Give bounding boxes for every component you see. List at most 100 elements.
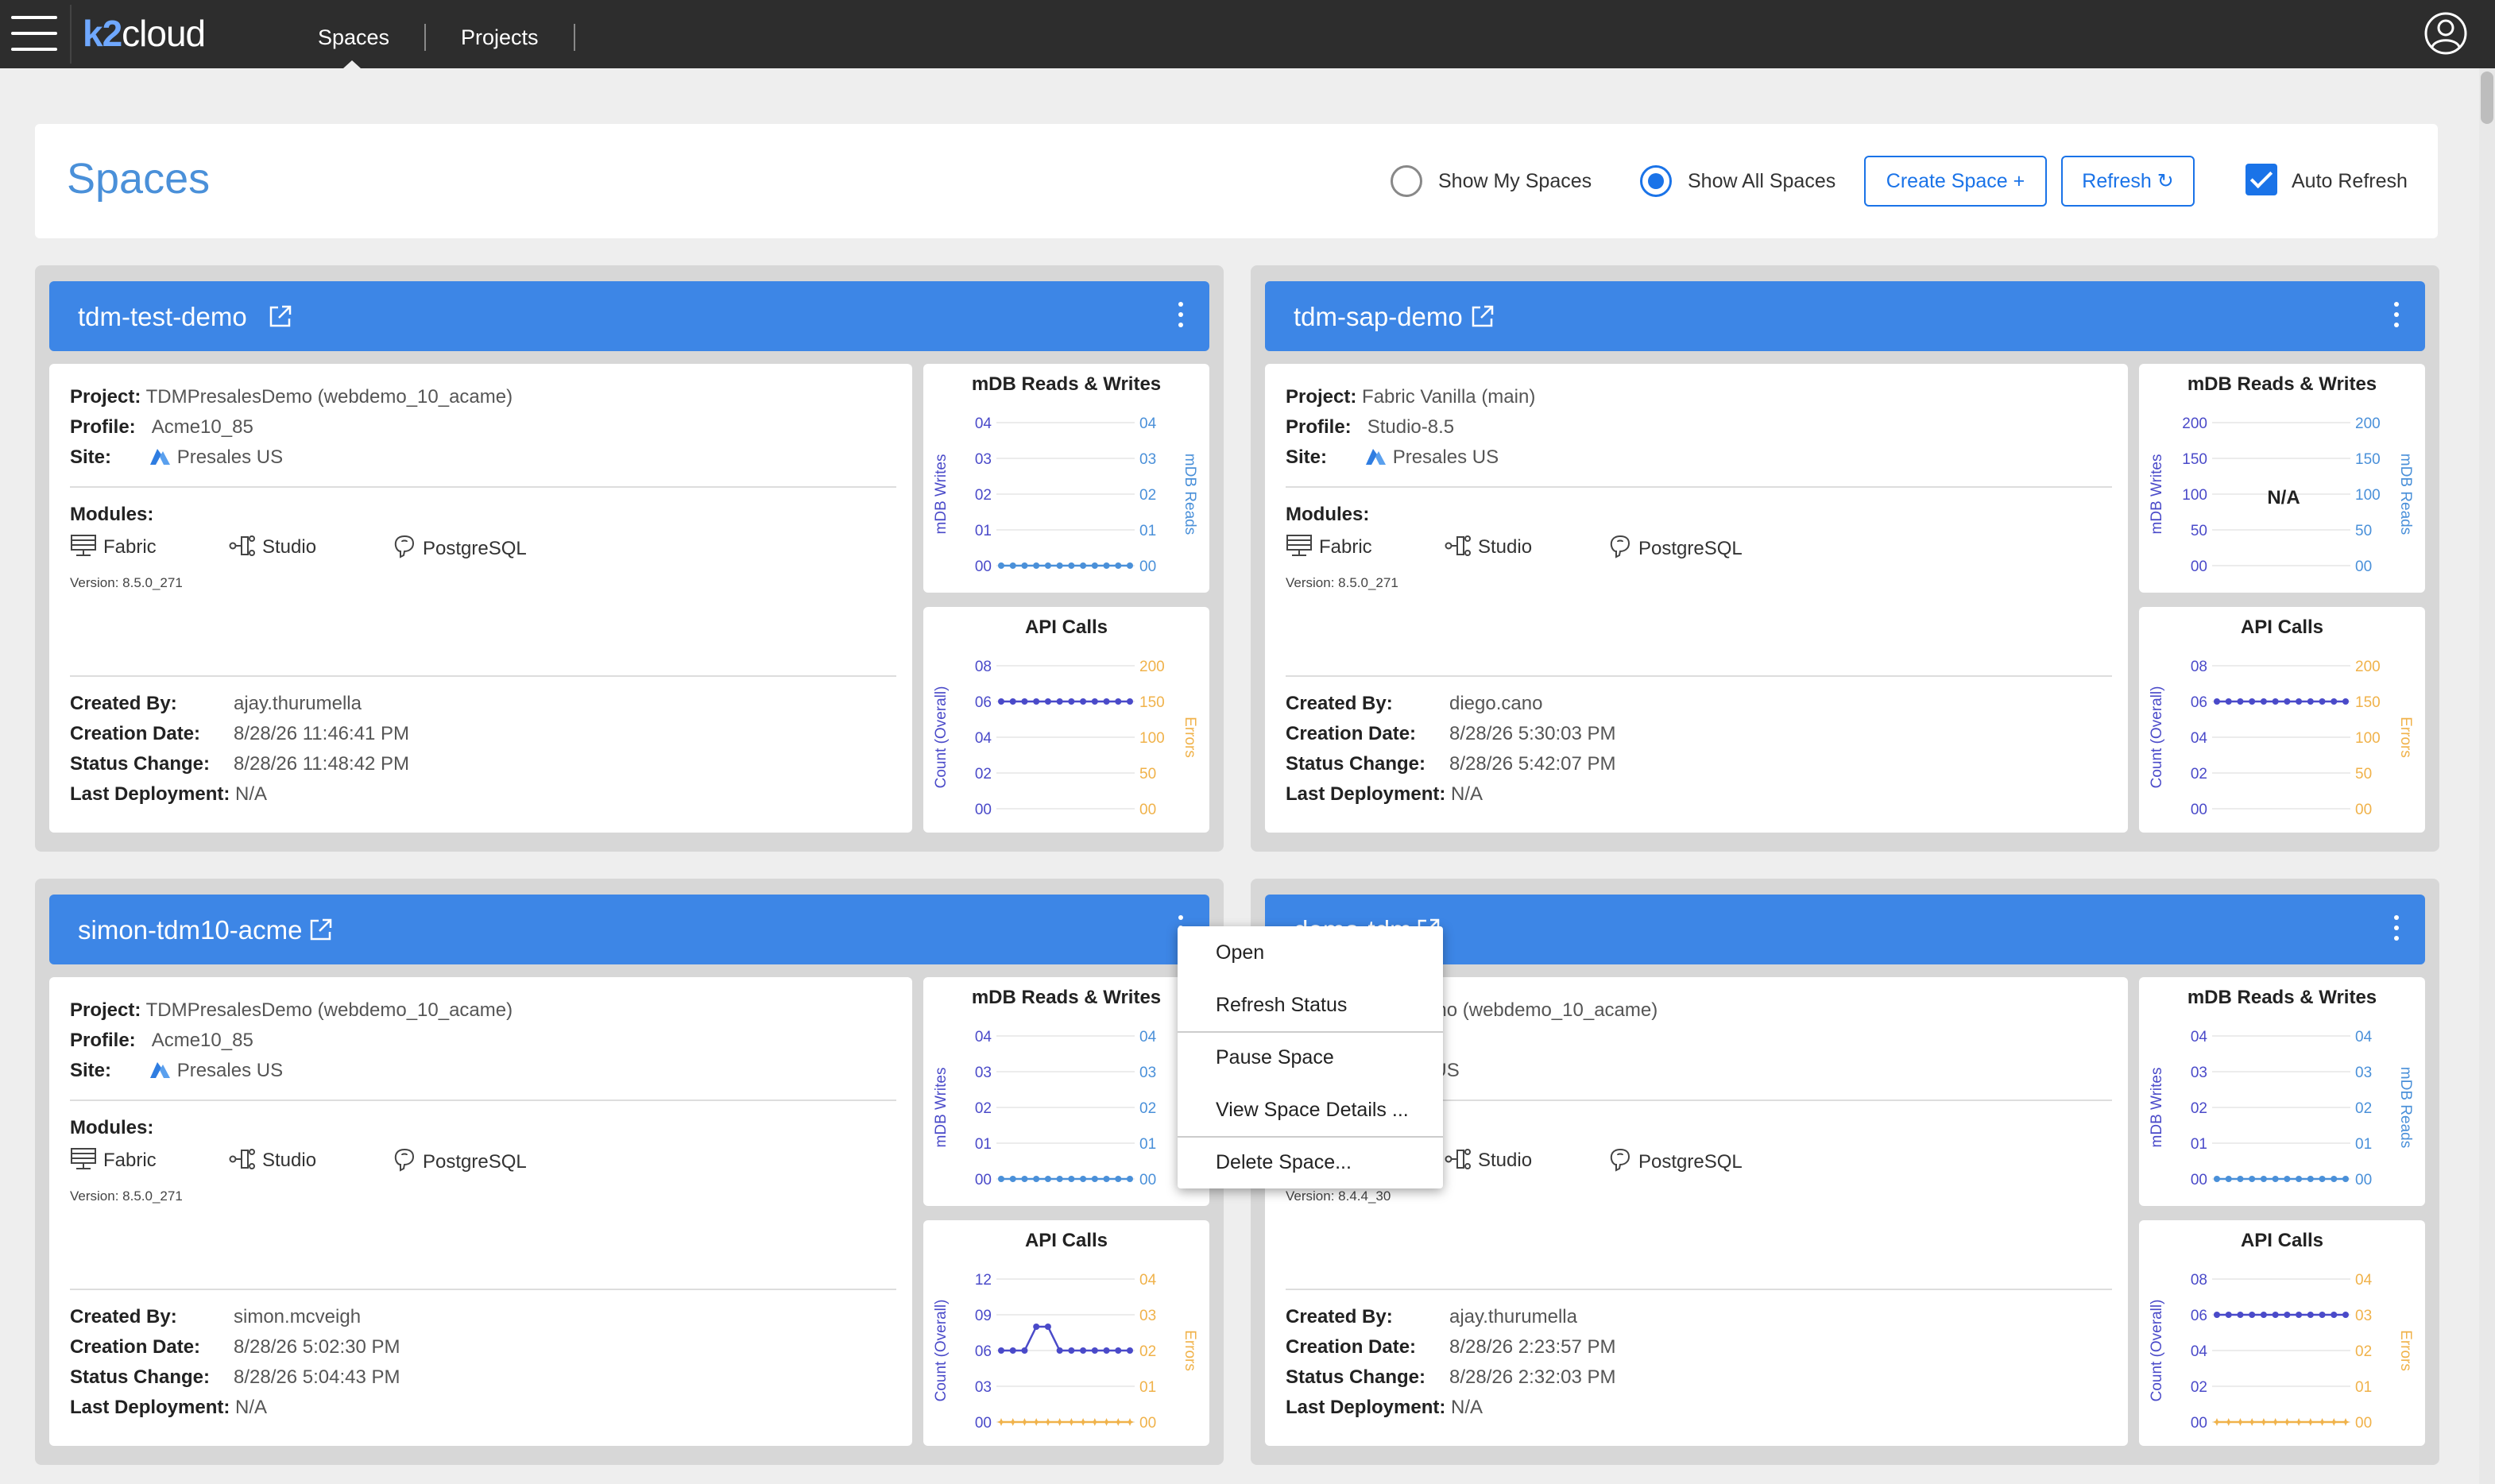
open-external-icon[interactable]: [308, 917, 334, 942]
data-point: [2214, 1312, 2220, 1318]
site-value: Presales US: [176, 1060, 284, 1081]
y2-tick-label: 150: [2355, 694, 2381, 711]
more-options-icon[interactable]: [2393, 915, 2400, 944]
menu-item-pause-space[interactable]: Pause Space: [1178, 1031, 1443, 1084]
more-options-icon[interactable]: [2393, 302, 2400, 330]
y-tick-label: 04: [975, 415, 992, 432]
data-point: [2284, 698, 2291, 705]
y2-tick-label: 04: [1139, 1029, 1157, 1045]
y-tick-label: 100: [2182, 487, 2207, 504]
y-tick-label: 00: [2191, 1415, 2207, 1432]
top-bar: k2cloud Spaces Projects: [0, 0, 2495, 68]
profile-value: Acme10_85: [151, 416, 253, 438]
y2-axis-label: mDB Reads: [2397, 1067, 2414, 1148]
last-deployment-row: Last Deployment: N/A: [1286, 783, 1483, 805]
show-all-spaces-radio[interactable]: [1640, 165, 1672, 197]
space-name[interactable]: tdm-sap-demo: [1294, 302, 1463, 332]
space-name[interactable]: simon-tdm10-acme: [78, 915, 302, 945]
y2-tick-label: 04: [1139, 415, 1157, 432]
data-point: [1009, 562, 1016, 569]
y2-tick-label: 01: [2355, 1379, 2372, 1396]
auto-refresh-checkbox[interactable]: [2246, 164, 2277, 195]
y2-tick-label: 03: [1139, 1308, 1156, 1324]
space-info-panel: Project: Fabric Vanilla (main) Profile: …: [1265, 364, 2128, 833]
scrollbar-thumb[interactable]: [2481, 71, 2493, 124]
data-point: [2306, 1418, 2315, 1426]
nav-divider: [574, 24, 575, 51]
data-point: [2342, 1312, 2349, 1318]
tab-spaces[interactable]: Spaces: [318, 25, 389, 50]
show-my-spaces-label[interactable]: Show My Spaces: [1438, 170, 1592, 193]
y-tick-label: 00: [2191, 802, 2207, 818]
auto-refresh-label[interactable]: Auto Refresh: [2292, 170, 2408, 193]
module-postgresql: PostgreSQL: [393, 534, 527, 560]
created-by-row: Created By: diego.cano: [1286, 693, 1543, 714]
data-point: [1021, 1176, 1028, 1182]
y2-axis-label: mDB Reads: [2397, 454, 2414, 535]
y-axis-label: Count (Overall): [933, 686, 950, 789]
data-point: [2307, 698, 2314, 705]
user-account-icon[interactable]: [2423, 11, 2468, 56]
profile-row: Profile: Acme10_85: [70, 416, 253, 438]
status-change-row: Status Change: 8/28/26 5:04:43 PM: [70, 1366, 400, 1388]
data-point: [1102, 1418, 1111, 1426]
open-external-icon[interactable]: [268, 303, 293, 329]
data-point: [2283, 1418, 2292, 1426]
data-point: [1115, 1347, 1122, 1354]
menu-item-delete-space[interactable]: Delete Space...: [1178, 1136, 1443, 1188]
chart-title: mDB Reads & Writes: [2187, 987, 2377, 1008]
y-tick-label: 09: [975, 1308, 992, 1324]
y-tick-label: 08: [2191, 659, 2207, 675]
data-point: [1033, 562, 1040, 569]
more-options-icon[interactable]: [1178, 302, 1184, 330]
data-point: [2307, 1176, 2314, 1182]
k2cloud-logo[interactable]: k2cloud: [83, 11, 206, 56]
modules-label: Modules:: [70, 504, 154, 525]
divider: [70, 675, 896, 677]
refresh-button[interactable]: Refresh ↻: [2061, 156, 2195, 207]
data-point: [1068, 1176, 1075, 1182]
menu-item-view-space-details[interactable]: View Space Details ...: [1178, 1084, 1443, 1136]
y2-tick-label: 01: [1139, 1136, 1156, 1153]
y2-tick-label: 02: [2355, 1100, 2372, 1117]
data-point: [2260, 1312, 2267, 1318]
space-context-menu: Open Refresh Status Pause Space View Spa…: [1178, 926, 1443, 1188]
data-point: [1032, 1418, 1041, 1426]
data-point: [1115, 1176, 1122, 1182]
series-line: [1001, 1325, 1130, 1352]
create-space-button[interactable]: Create Space +: [1864, 156, 2047, 207]
tab-projects[interactable]: Projects: [461, 25, 539, 50]
spaces-header: Spaces Show My Spaces Show All Spaces Cr…: [35, 124, 2438, 238]
data-point: [2249, 1176, 2256, 1182]
divider: [70, 1289, 896, 1290]
space-card-header: tdm-test-demo: [49, 281, 1209, 351]
data-point: [1033, 698, 1040, 705]
profile-row: Profile: Acme10_85: [70, 1030, 253, 1051]
y2-tick-label: 00: [2355, 1415, 2372, 1432]
y2-tick-label: 100: [2355, 730, 2381, 747]
y2-axis-label: Errors: [2397, 1330, 2414, 1371]
y2-tick-label: 50: [1139, 766, 1156, 783]
y2-tick-label: 02: [2355, 1343, 2372, 1360]
show-my-spaces-radio[interactable]: [1391, 165, 1422, 197]
mdb-reads-writes-chart: mDB Reads & Writes 00 00 01 01 02 02 03 03 04 04 m…: [923, 977, 1209, 1206]
show-all-spaces-label[interactable]: Show All Spaces: [1688, 170, 1835, 193]
y2-tick-label: 150: [1139, 694, 1165, 711]
space-info-panel: Project: TDMPresalesDemo (webdemo_10_aca…: [49, 977, 912, 1446]
data-point: [1008, 1418, 1017, 1426]
menu-icon[interactable]: [11, 16, 57, 51]
data-point: [1009, 698, 1016, 705]
creation-date-row: Creation Date: 8/28/26 5:02:30 PM: [70, 1336, 400, 1358]
api-calls-chart: API Calls 00 00 03 01 06 02 09 03 12 04 Count (Ove…: [923, 1220, 1209, 1446]
menu-item-refresh-status[interactable]: Refresh Status: [1178, 979, 1443, 1031]
chart-title: API Calls: [2240, 616, 2324, 638]
page-scrollbar[interactable]: [2479, 68, 2495, 1484]
y2-tick-label: 03: [2355, 1308, 2372, 1324]
created-by-value: ajay.thurumella: [234, 693, 362, 714]
open-external-icon[interactable]: [1470, 303, 1495, 329]
y-axis-label: mDB Writes: [2149, 1068, 2165, 1148]
chart-plot: 00 00 01 01 02 02 03 03 04 04 mDB Writes mDB Reads: [2149, 1029, 2414, 1188]
creation-date-value: 8/28/26 5:02:30 PM: [234, 1336, 400, 1358]
space-name[interactable]: tdm-test-demo: [78, 302, 247, 332]
menu-item-open[interactable]: Open: [1178, 926, 1443, 979]
